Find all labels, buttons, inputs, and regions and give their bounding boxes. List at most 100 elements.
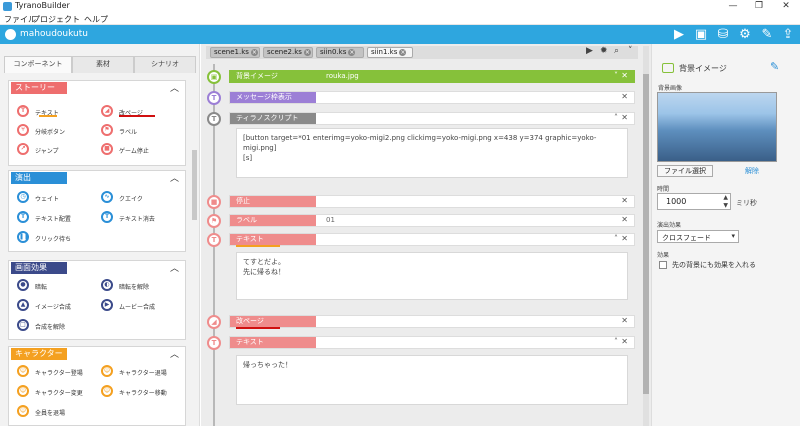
panel-title: 背景イメージ [679,64,727,73]
script-editor[interactable]: [button target=*01 enterimg=yoko-migi2.p… [236,128,628,178]
menu-bar: ファイル プロジェクト ヘルプ [0,13,800,25]
tag-text-2[interactable]: テキスト ˄ ✕ [229,336,635,349]
project-name: mahoudoukutu [20,29,88,39]
effect-checkbox[interactable] [659,261,667,269]
close-icon: × [303,49,311,56]
effect-select[interactable]: クロスフェード ▾ [657,230,739,243]
underline-mark [39,115,57,117]
file-select-button[interactable]: ファイル選択 [657,165,713,177]
newpage-node-icon: ◢ [207,315,221,329]
tab-scenarios[interactable]: シナリオ [134,56,196,73]
blackout-release-icon: ◐ [101,279,113,291]
delete-icon[interactable]: ✕ [621,113,628,122]
delete-icon[interactable]: ✕ [621,92,628,101]
chevron-down-icon[interactable]: ˅ [614,71,618,80]
section-story-title: ストーリー [11,82,67,94]
section-screen-title: 画面効果 [11,262,67,274]
jump-icon: ↗ [17,143,29,155]
tag-stop[interactable]: 停止 ✕ [229,195,635,208]
left-scrollbar[interactable] [192,150,197,220]
chevron-up-icon[interactable]: ˄ [614,113,618,122]
export-icon[interactable]: ⇪ [779,26,797,43]
play-icon[interactable]: ▶ [586,46,593,56]
text-editor-2[interactable]: 帰っちゃった！ [236,355,628,405]
tab-scene1[interactable]: scene1.ks × [210,47,260,58]
effect-label: 演出効果 [657,222,682,229]
tab-materials[interactable]: 素材 [72,56,134,73]
maximize-button[interactable]: ❐ [746,0,772,13]
pin-icon[interactable]: ✎ [770,60,779,73]
center-scrollbar[interactable] [643,46,649,426]
chevron-up-icon[interactable]: ︿ [170,347,179,360]
delete-icon[interactable]: ✕ [621,337,628,346]
tag-newpage[interactable]: 改ページ ✕ [229,315,635,328]
blackout-icon: ● [17,279,29,291]
bg-image-file: rouka.jpg [326,72,359,80]
tag-label[interactable]: ラベル 01 ✕ [229,214,635,227]
close-icon: × [348,49,356,56]
section-characters: キャラクター ︿ ☺ キャラクター登場 ☺ キャラクター退場 ☺ キャラクター変更 ☺… [8,346,186,426]
checkbox-label: 先の背景にも効果を入れる [672,261,756,269]
text-node-icon: T [207,336,221,350]
chevron-up-icon[interactable]: ︿ [170,171,179,184]
delete-icon[interactable]: ✕ [621,71,628,80]
debug-icon[interactable]: ✹ [600,46,608,56]
chevron-up-icon[interactable]: ︿ [170,261,179,274]
menu-project[interactable]: プロジェクト [32,14,80,25]
text-place-icon: T [17,211,29,223]
delete-icon[interactable]: ✕ [621,215,628,224]
close-button[interactable]: ✕ [773,0,799,13]
scrollbar-thumb[interactable] [643,74,649,394]
close-icon: × [250,49,258,56]
tag-tyrano-script[interactable]: ティラノスクリプト ˄ ✕ [229,112,635,125]
tab-scene2[interactable]: scene2.ks × [263,47,313,58]
close-icon: × [399,49,407,56]
extra-label: 効果 [657,252,670,259]
tab-components[interactable]: コンポーネント [4,56,72,73]
bg-image-node-icon: ▣ [207,70,221,84]
scene-tab-bar: scene1.ks × scene2.ks × siin0.ks × siin1.ks… [206,46,638,59]
chevron-up-icon[interactable]: ˄ [614,234,618,243]
delete-icon[interactable]: ✕ [621,196,628,205]
stop-icon: ■ [101,143,113,155]
clear-link[interactable]: 解除 [745,166,759,176]
save-icon[interactable]: ▣ [692,26,710,43]
bg-image-label: 背景画像 [658,85,683,92]
tag-bg-image[interactable]: 背景イメージ rouka.jpg ˅ ✕ [229,70,635,83]
project-bar: mahoudoukutu ▶ ▣ ⛁ ⚙ ✎ ⇪ [0,25,800,44]
bg-image-preview [657,92,777,162]
chara-show-icon: ☺ [17,365,29,377]
underline-mark [236,327,280,329]
deploy-icon[interactable]: ⛁ [714,26,732,43]
chara-hide-icon: ☺ [101,365,113,377]
app-logo-icon [3,2,12,11]
settings-icon[interactable]: ⚙ [736,26,754,43]
branch-icon: ⑂ [17,124,29,136]
stop-node-icon: ■ [207,195,221,209]
title-bar: TyranoBuilder — ❐ ✕ [0,0,800,13]
time-unit: ミリ秒 [736,199,757,207]
chara-change-icon: ☺ [17,385,29,397]
text-editor-1[interactable]: てすとだよ。 先に帰るね！ [236,252,628,300]
chevron-down-icon[interactable]: ˅ [628,46,633,56]
tag-text-1[interactable]: テキスト ˄ ✕ [229,233,635,246]
message-show-node-icon: T [207,91,221,105]
tag-message-show[interactable]: メッセージ枠表示 ✕ [229,91,635,104]
search-icon[interactable]: ⌕ [614,46,619,56]
delete-icon[interactable]: ✕ [621,316,628,325]
newpage-icon: ◢ [101,105,113,117]
chevron-up-icon[interactable]: ˄ [614,337,618,346]
tab-siin1[interactable]: siin1.ks × [367,47,413,58]
minimize-button[interactable]: — [720,0,746,13]
tab-siin0[interactable]: siin0.ks × [316,47,364,58]
underline-mark [236,245,280,247]
tools-icon[interactable]: ✎ [758,26,776,43]
menu-help[interactable]: ヘルプ [84,14,108,25]
play-icon[interactable]: ▶ [670,26,688,43]
chevron-up-icon[interactable]: ︿ [170,81,179,94]
section-effects-title: 演出 [11,172,67,184]
movie-icon: ▶ [101,299,113,311]
time-input[interactable]: 1000 ▲ ▼ [657,193,731,210]
delete-icon[interactable]: ✕ [621,234,628,243]
chevron-down-icon: ▾ [731,232,735,240]
